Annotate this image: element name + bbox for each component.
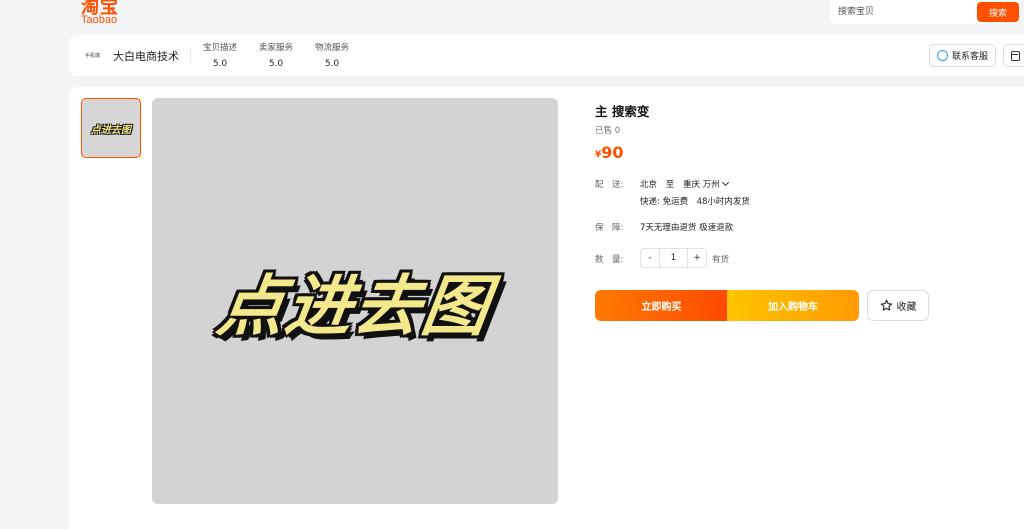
- sold-count: 已售 0: [595, 126, 621, 136]
- star-icon: [880, 299, 892, 311]
- divider: [190, 48, 191, 62]
- buy-now-button[interactable]: 立即购买: [595, 290, 728, 321]
- product-title: 主 搜索变: [595, 104, 650, 119]
- add-to-cart-button[interactable]: 加入购物车: [727, 290, 859, 321]
- chevron-down-icon: [721, 178, 729, 187]
- guarantee-label: 保 障:: [595, 223, 624, 233]
- stock-status: 有货: [712, 255, 730, 265]
- favorite-label: 收藏: [896, 302, 917, 313]
- rating-value: 5.0: [212, 59, 228, 69]
- contact-service-button[interactable]: 联系客服: [929, 44, 996, 67]
- quantity-label: 数 量:: [595, 255, 624, 265]
- rating-label: 物流服务: [314, 43, 349, 53]
- quantity-value[interactable]: 1: [660, 249, 687, 267]
- ship-to-word: 至: [665, 180, 675, 190]
- thumbnail-text: 点进去图: [91, 124, 131, 136]
- favorite-button[interactable]: 收藏: [867, 290, 929, 321]
- taobao-logo[interactable]: 淘宝 Taobao: [81, 0, 125, 26]
- shop-bar: 手机端 大白电商技术 宝贝描述 5.0 卖家服务 5.0 物流服务 5.0 联系…: [69, 35, 1024, 76]
- shipping-label: 配 送:: [595, 180, 624, 190]
- quantity-stepper: - 1 +: [640, 248, 707, 268]
- customer-service-icon: [936, 50, 948, 61]
- rating-value: 5.0: [268, 59, 284, 69]
- rating-logistics: 物流服务 5.0: [312, 41, 352, 69]
- shipping-info: 快递: 免运费 48小时内发货: [640, 197, 750, 207]
- shipping-route: 北京 至 重庆 万州: [640, 178, 729, 190]
- shop-name[interactable]: 大白电商技术: [113, 48, 179, 64]
- gallery-thumbnail[interactable]: 点进去图: [81, 98, 141, 158]
- rating-label: 宝贝描述: [202, 43, 237, 53]
- quantity-minus-button[interactable]: -: [641, 249, 660, 267]
- logo-en-text: Taobao: [81, 14, 118, 26]
- main-product-image[interactable]: 点进去图: [152, 98, 558, 504]
- cart-icon: [1011, 51, 1020, 61]
- rating-label: 卖家服务: [258, 43, 293, 53]
- search-button[interactable]: 搜索: [977, 2, 1019, 22]
- rating-service: 卖家服务 5.0: [256, 41, 296, 69]
- product-price: ¥90: [595, 143, 624, 162]
- guarantee-info: 7天无理由退货 极速退款: [640, 223, 734, 233]
- ship-to-select[interactable]: 重庆 万州: [682, 178, 729, 190]
- price-value: 90: [601, 143, 624, 162]
- ship-from: 北京: [640, 180, 658, 190]
- rating-value: 5.0: [324, 59, 340, 69]
- shop-logo[interactable]: 手机端: [85, 52, 100, 59]
- main-image-text: 点进去图: [212, 268, 496, 345]
- quantity-plus-button[interactable]: +: [687, 249, 706, 267]
- contact-service-label: 联系客服: [951, 51, 988, 61]
- cart-button[interactable]: [1003, 44, 1024, 67]
- ship-to-value: 重庆 万州: [682, 180, 720, 190]
- rating-description: 宝贝描述 5.0: [200, 41, 240, 69]
- search-input[interactable]: [838, 4, 976, 20]
